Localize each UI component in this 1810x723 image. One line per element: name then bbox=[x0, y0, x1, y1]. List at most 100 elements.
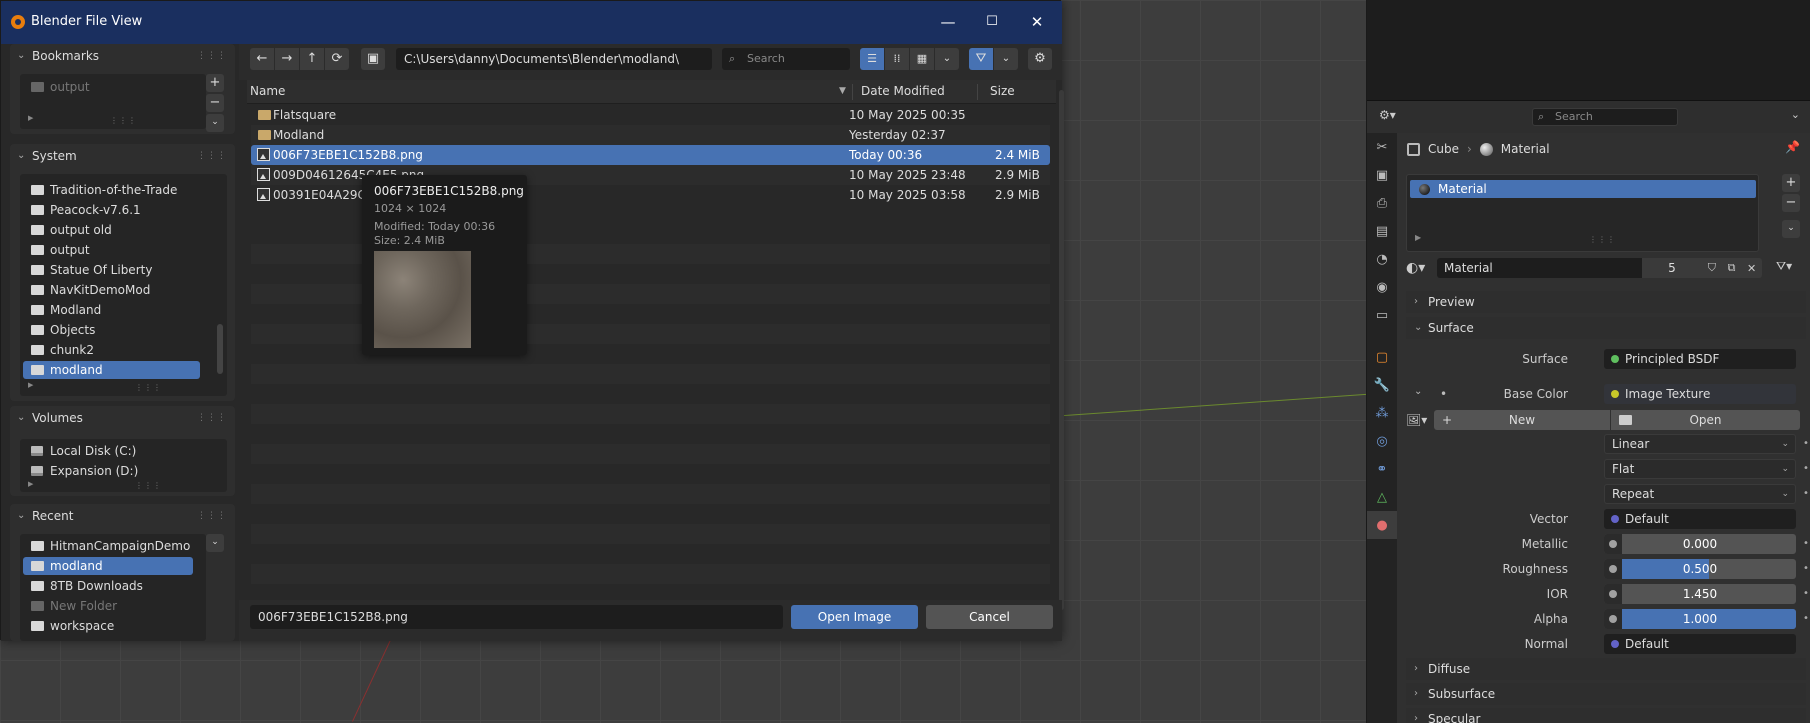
collection-tab-icon[interactable]: ▭ bbox=[1367, 301, 1397, 329]
list-item[interactable]: output bbox=[23, 241, 203, 259]
list-item[interactable]: Statue Of Liberty bbox=[23, 261, 203, 279]
image-browse-icon[interactable]: 🖼▾ bbox=[1406, 410, 1432, 430]
interpolation-dropdown[interactable]: Linear ⌄ bbox=[1604, 434, 1796, 454]
list-item[interactable]: workspace bbox=[23, 617, 193, 635]
expand-triangle-icon[interactable]: ▶ bbox=[28, 480, 33, 488]
column-separator[interactable] bbox=[852, 84, 853, 100]
list-item-selected[interactable]: modland bbox=[23, 361, 200, 379]
add-bookmark-button[interactable]: + bbox=[206, 74, 224, 92]
display-settings-dropdown[interactable]: ⌄ bbox=[935, 48, 959, 70]
parent-directory-button[interactable]: ↑ bbox=[300, 48, 324, 70]
constraints-tab-icon[interactable]: ⚭ bbox=[1367, 455, 1397, 483]
fake-user-icon[interactable]: ⛉ bbox=[1708, 261, 1716, 275]
metallic-slider[interactable]: 0.000 bbox=[1604, 534, 1796, 554]
column-separator[interactable] bbox=[977, 84, 978, 100]
cancel-button[interactable]: Cancel bbox=[926, 605, 1053, 629]
vector-field[interactable]: Default bbox=[1604, 509, 1796, 529]
system-header[interactable]: ⌄ System ⋮⋮⋮ bbox=[10, 144, 235, 168]
list-item[interactable]: output old bbox=[23, 221, 203, 239]
file-list-scrollbar[interactable] bbox=[1059, 90, 1064, 610]
ior-slider[interactable]: 1.450 bbox=[1604, 584, 1796, 604]
bookmarks-header[interactable]: ⌄ Bookmarks ⋮⋮⋮ bbox=[10, 44, 235, 68]
roughness-slider[interactable]: 0.500 bbox=[1604, 559, 1796, 579]
chevron-down-icon[interactable]: ⌄ bbox=[1414, 386, 1422, 397]
sort-descending-icon[interactable]: ▼ bbox=[839, 80, 846, 102]
projection-dropdown[interactable]: Flat ⌄ bbox=[1604, 459, 1796, 479]
resize-grip-icon[interactable]: ⋮⋮⋮ bbox=[135, 383, 162, 392]
list-item[interactable]: Objects bbox=[23, 321, 203, 339]
open-image-button[interactable]: Open bbox=[1611, 410, 1800, 430]
file-search-input[interactable]: ⌕ Search bbox=[722, 48, 850, 70]
maximize-button[interactable]: ☐ bbox=[982, 12, 1002, 32]
new-folder-icon[interactable]: ▣ bbox=[361, 48, 385, 70]
physics-tab-icon[interactable]: ◎ bbox=[1367, 427, 1397, 455]
material-name-field[interactable]: Material bbox=[1437, 258, 1642, 278]
list-item[interactable]: 8TB Downloads bbox=[23, 577, 193, 595]
list-item[interactable]: Modland bbox=[23, 301, 203, 319]
resize-grip-icon[interactable]: ⋮⋮⋮ bbox=[1589, 235, 1616, 244]
list-item[interactable]: output bbox=[23, 78, 203, 96]
thumbnail-view-icon[interactable]: ▦ bbox=[910, 48, 934, 70]
list-scrollbar[interactable] bbox=[217, 324, 223, 374]
filename-input[interactable]: 006F73EBE1C152B8.png bbox=[250, 605, 783, 629]
link-type-icon[interactable]: ⛛▾ bbox=[1776, 259, 1792, 274]
resize-grip-icon[interactable]: ⋮⋮⋮ bbox=[135, 481, 162, 490]
extension-dropdown[interactable]: Repeat ⌄ bbox=[1604, 484, 1796, 504]
column-size[interactable]: Size bbox=[990, 80, 1015, 102]
preview-section-header[interactable]: › Preview bbox=[1406, 291, 1806, 313]
keyframe-dot-icon[interactable]: • bbox=[1803, 609, 1809, 629]
browse-material-icon[interactable]: ◐▾ bbox=[1406, 260, 1425, 276]
forward-button[interactable]: → bbox=[275, 48, 299, 70]
normal-field[interactable]: Default bbox=[1604, 634, 1796, 654]
surface-section-header[interactable]: ⌄ Surface bbox=[1406, 317, 1806, 339]
duplicate-icon[interactable]: ⧉ bbox=[1728, 261, 1736, 275]
particles-tab-icon[interactable]: ⁂ bbox=[1367, 399, 1397, 427]
column-name[interactable]: Name bbox=[250, 80, 285, 102]
vertical-list-view-icon[interactable]: ☰ bbox=[860, 48, 884, 70]
drag-grip-icon[interactable]: ⋮⋮⋮ bbox=[197, 406, 227, 430]
remove-slot-button[interactable]: − bbox=[1782, 194, 1800, 212]
recent-menu-button[interactable]: ⌄ bbox=[206, 534, 224, 552]
horizontal-list-view-icon[interactable]: ⁞⁞ bbox=[885, 48, 909, 70]
column-date-modified[interactable]: Date Modified bbox=[861, 80, 945, 102]
list-item[interactable]: Tradition-of-the-Trade bbox=[23, 181, 203, 199]
gear-icon[interactable]: ⚙ bbox=[1028, 48, 1052, 70]
user-count[interactable]: 5 bbox=[1642, 258, 1702, 278]
add-slot-button[interactable]: + bbox=[1782, 174, 1800, 192]
alpha-slider[interactable]: 1.000 bbox=[1604, 609, 1796, 629]
slot-menu-button[interactable]: ⌄ bbox=[1782, 220, 1800, 238]
world-tab-icon[interactable]: ◉ bbox=[1367, 273, 1397, 301]
pin-icon[interactable]: 📌 bbox=[1785, 140, 1800, 154]
list-item[interactable]: Peacock-v7.6.1 bbox=[23, 201, 203, 219]
editor-type-button[interactable]: ⚙▾ bbox=[1379, 108, 1409, 126]
output-tab-icon[interactable]: ⎙ bbox=[1367, 189, 1397, 217]
bookmark-menu-button[interactable]: ⌄ bbox=[206, 114, 224, 132]
keyframe-dot-icon[interactable]: • bbox=[1440, 384, 1447, 404]
properties-search-input[interactable]: ⌕ Search bbox=[1532, 108, 1678, 126]
expand-triangle-icon[interactable]: ▶ bbox=[1415, 233, 1421, 242]
diffuse-section-header[interactable]: › Diffuse bbox=[1406, 658, 1806, 680]
view-layer-tab-icon[interactable]: ▤ bbox=[1367, 217, 1397, 245]
resize-grip-icon[interactable]: ⋮⋮⋮ bbox=[110, 116, 137, 125]
refresh-button[interactable]: ⟳ bbox=[325, 48, 349, 70]
file-row-selected[interactable]: 006F73EBE1C152B8.png Today 00:36 2.4 MiB bbox=[251, 145, 1050, 165]
render-tab-icon[interactable]: ▣ bbox=[1367, 161, 1397, 189]
object-tab-icon[interactable]: ▢ bbox=[1367, 343, 1397, 371]
filter-settings-dropdown[interactable]: ⌄ bbox=[994, 48, 1018, 70]
subsurface-section-header[interactable]: › Subsurface bbox=[1406, 683, 1806, 705]
expand-triangle-icon[interactable]: ▶ bbox=[28, 381, 33, 389]
data-tab-icon[interactable]: △ bbox=[1367, 483, 1397, 511]
modifier-tab-icon[interactable]: 🔧 bbox=[1367, 371, 1397, 399]
list-item[interactable]: New Folder bbox=[23, 597, 193, 615]
list-item[interactable]: HitmanCampaignDemo bbox=[23, 537, 193, 555]
material-slot-item[interactable]: Material bbox=[1410, 180, 1756, 198]
material-tab-icon[interactable]: ● bbox=[1367, 511, 1397, 539]
dialog-titlebar[interactable]: Blender File View — ☐ ✕ bbox=[1, 1, 1062, 44]
surface-shader-field[interactable]: Principled BSDF bbox=[1604, 349, 1796, 369]
filter-icon[interactable]: ⛛ bbox=[969, 48, 993, 70]
minimize-button[interactable]: — bbox=[938, 12, 958, 32]
new-image-button[interactable]: + New bbox=[1434, 410, 1610, 430]
list-item[interactable]: Local Disk (C:) bbox=[23, 442, 203, 460]
close-button[interactable]: ✕ bbox=[1027, 12, 1047, 32]
keyframe-dot-icon[interactable]: • bbox=[1803, 459, 1809, 479]
